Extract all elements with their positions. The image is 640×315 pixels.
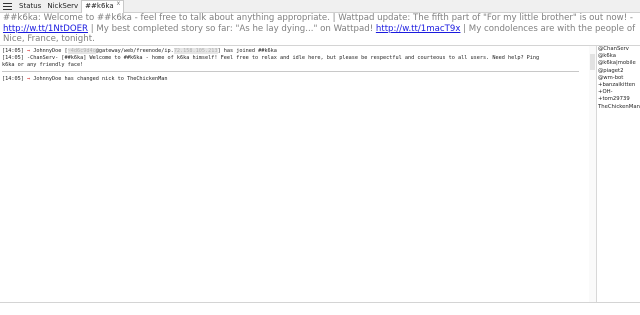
topic-link[interactable]: http://w.tt/1macT9x (376, 24, 461, 34)
nick-item[interactable]: +OH- (598, 89, 640, 96)
timestamp: [14:05] (2, 48, 24, 54)
tab-label: NickServ (47, 1, 79, 10)
message-text: JohnnyDoe has changed nick to TheChicken… (33, 76, 168, 82)
scrollbar-thumb[interactable] (590, 54, 595, 70)
message-text: @gateway/web/freenode/ip. (95, 48, 174, 54)
message-input-area[interactable] (0, 302, 640, 315)
nick-item[interactable]: TheChickenMan (598, 104, 640, 111)
nick-item[interactable]: @k6ka|mobile (598, 60, 640, 67)
read-marker (2, 71, 579, 72)
nick-item[interactable]: +banzaikitten (598, 82, 640, 89)
nick-change-arrow-icon: ⇒ (23, 76, 34, 82)
nick-list: @ChanServ @k6ka @k6ka|mobile @piaget2 @w… (598, 46, 640, 302)
nick-item[interactable]: @k6ka (598, 53, 640, 60)
tab-nickserv[interactable]: NickServ (44, 0, 81, 13)
topic-link[interactable]: http://w.tt/1NtDOER (3, 24, 88, 34)
tab-label: ##k6ka (85, 2, 114, 10)
nick-item[interactable]: @piaget2 (598, 68, 640, 75)
tab-bar: Status NickServ ##k6ka x (0, 0, 640, 13)
chat-scrollbar[interactable] (589, 46, 596, 302)
nick-item[interactable]: +tom29739 (598, 96, 640, 103)
nicklist-divider (596, 46, 597, 302)
chat-message-notice: [14:05] -ChanServ- [##k6ka] Welcome to #… (2, 55, 540, 61)
masked-ip: 72.158.105.213 (173, 48, 218, 54)
topic-text: ##k6ka: Welcome to ##k6ka - feel free to… (3, 13, 633, 23)
chat-message-notice-continued: k6ka or any friendly face! (2, 62, 84, 68)
nick-item[interactable]: @ChanServ (598, 46, 640, 53)
channel-topic: ##k6ka: Welcome to ##k6ka - feel free to… (3, 13, 639, 46)
chat-message-nick-change: [14:05] ⇒ JohnnyDoe has changed nick to … (2, 76, 168, 83)
tab-k6ka[interactable]: ##k6ka x (81, 0, 125, 13)
nick-item[interactable]: @wm-bot (598, 75, 640, 82)
hamburger-menu-icon[interactable] (3, 2, 12, 10)
chat-log: [14:05] ⇒ JohnnyDoe [~4d6c9d4c@gateway/w… (0, 46, 596, 302)
chat-message-join: [14:05] ⇒ JohnnyDoe [~4d6c9d4c@gateway/w… (2, 48, 277, 55)
message-text: ] has joined ##k6ka (217, 48, 277, 54)
tab-label: Status (19, 1, 42, 10)
message-text: JohnnyDoe [ (33, 48, 68, 54)
timestamp: [14:05] (2, 76, 24, 82)
join-arrow-icon: ⇒ (23, 48, 34, 54)
tab-status[interactable]: Status (16, 0, 44, 13)
topic-text: | My best completed story so far: "As he… (87, 23, 376, 34)
masked-ident: ~4d6c9d4c (67, 48, 96, 54)
close-icon[interactable]: x (117, 0, 121, 10)
